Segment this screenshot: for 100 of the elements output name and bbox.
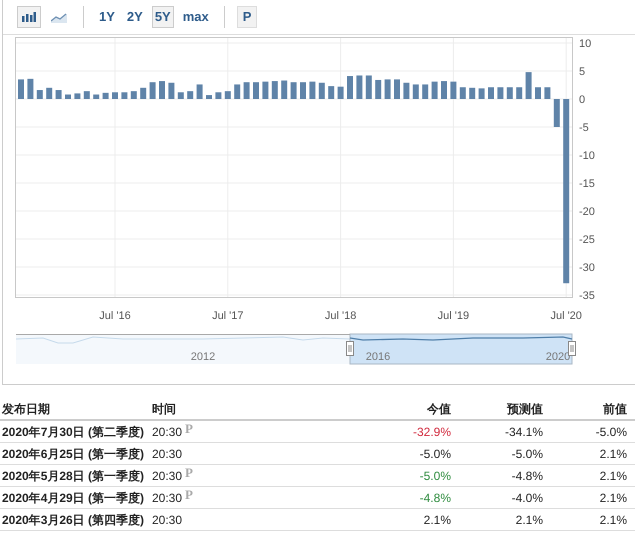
bar: [46, 88, 52, 99]
x-axis-label: Jul '17: [212, 310, 244, 322]
table-cell-text: 2020年5月28日 (第一季度): [1, 468, 146, 484]
bar: [422, 84, 428, 99]
bar: [178, 92, 184, 99]
y-axis-label: 10: [579, 38, 592, 50]
chart-type-button[interactable]: [17, 6, 41, 28]
table-cell-text: -5.0%: [418, 468, 451, 484]
bar: [234, 84, 240, 99]
table-cell-text: 2.1%: [598, 468, 627, 484]
table-cell-text: -4.8%: [418, 490, 451, 506]
bar: [488, 87, 494, 99]
bar: [244, 82, 250, 99]
bar: [412, 84, 419, 99]
bar: [84, 91, 90, 99]
bar: [469, 88, 476, 99]
bar: [36, 90, 43, 99]
bar: [544, 87, 550, 99]
y-axis-label: -25: [579, 234, 595, 246]
y-axis-label: -5: [579, 122, 589, 134]
column-header: 发布日期: [0, 401, 51, 418]
column-header: 今值: [426, 401, 451, 418]
preliminary-mark: P: [185, 466, 193, 479]
bar: [253, 82, 259, 99]
bar: [206, 95, 212, 99]
bar: [441, 81, 447, 99]
range-button[interactable]: 5Y: [152, 6, 174, 28]
table-cell-text: -4.0%: [510, 490, 543, 506]
bar: [102, 92, 109, 99]
bar: [224, 91, 231, 99]
range-button[interactable]: 2Y: [124, 6, 146, 28]
bar: [168, 82, 174, 99]
y-axis-label: -35: [579, 290, 595, 302]
range-handle[interactable]: [346, 341, 354, 356]
bar: [535, 87, 541, 99]
column-header: 预测值: [506, 401, 543, 418]
table-cell-text: 20:30: [152, 446, 182, 462]
table-cell-text: 2.1%: [598, 446, 627, 462]
bar: [309, 82, 316, 99]
bar: [432, 82, 438, 99]
y-axis-label: -20: [579, 206, 595, 218]
navigator-year-label: 2016: [366, 351, 390, 363]
navigator-year-label: 2020: [546, 351, 570, 363]
bar: [18, 79, 24, 99]
table-cell-text: 20:30: [152, 424, 182, 440]
table-cell-text: -4.8%: [510, 468, 543, 484]
navigator-year-label: 2012: [190, 351, 216, 363]
bar: [497, 87, 504, 99]
table-cell-text: 20:30: [152, 490, 182, 506]
bar: [130, 91, 137, 99]
table-cell-text: -32.9%: [412, 424, 451, 440]
bar: [140, 88, 146, 99]
bar: [384, 79, 391, 99]
y-axis-label: -10: [579, 150, 595, 162]
bar: [554, 99, 560, 127]
bar: [74, 93, 80, 99]
x-axis-label: Jul '19: [438, 310, 470, 322]
bar: [262, 82, 268, 99]
bar: [366, 75, 372, 99]
table-cell-text: 2.1%: [514, 512, 543, 528]
bar: [460, 87, 466, 99]
preliminary-button[interactable]: P: [236, 6, 258, 28]
x-axis-label: Jul '18: [324, 310, 356, 322]
column-header: 前值: [602, 401, 627, 418]
bar: [403, 82, 410, 99]
bar: [478, 88, 485, 99]
table-cell-text: 2020年3月26日 (第四季度): [1, 512, 146, 528]
column-header: 时间: [152, 401, 177, 418]
bar: [318, 82, 325, 99]
range-handle[interactable]: [568, 341, 576, 356]
preliminary-mark: P: [185, 488, 193, 501]
bar: [187, 91, 194, 99]
bar: [506, 87, 513, 99]
bar: [375, 80, 382, 99]
bar: [56, 90, 62, 99]
bar: [526, 72, 532, 99]
bar: [27, 78, 34, 99]
y-axis-label: 5: [579, 66, 586, 78]
bar: [196, 84, 203, 99]
bar: [121, 92, 128, 99]
bar: [356, 75, 362, 99]
bar-chart-icon: [22, 12, 36, 22]
area-chart-icon: [51, 12, 67, 22]
table-cell-text: -34.1%: [504, 424, 543, 440]
range-button[interactable]: 1Y: [96, 6, 118, 28]
bar: [516, 87, 522, 99]
bar: [150, 82, 156, 99]
preliminary-mark: P: [185, 422, 193, 435]
range-button[interactable]: max: [180, 6, 212, 28]
bar: [281, 80, 288, 99]
bar: [93, 94, 100, 99]
bar: [300, 82, 306, 99]
bar: [159, 81, 165, 99]
table-cell-text: -5.0%: [510, 446, 543, 462]
bar: [338, 86, 344, 99]
table-cell-text: 2020年6月25日 (第一季度): [1, 446, 146, 462]
x-axis-label: Jul '20: [550, 310, 582, 322]
bar: [347, 76, 353, 99]
bar: [328, 86, 334, 99]
bar: [65, 94, 71, 99]
